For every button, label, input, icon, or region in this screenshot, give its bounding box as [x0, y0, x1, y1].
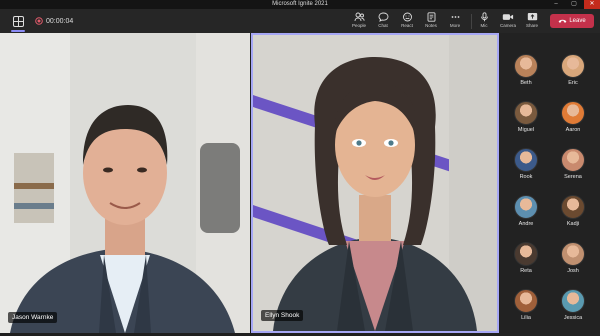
hang-up-icon: [558, 19, 567, 23]
participant-name: Lilia: [521, 315, 531, 321]
roster-participant[interactable]: Eric: [550, 45, 596, 89]
title-bar: Microsoft Ignite 2021 – ▢ ✕: [0, 0, 600, 9]
mic-label: Mic: [480, 23, 488, 28]
avatar: [514, 54, 538, 78]
roster-participant[interactable]: Aaron: [550, 92, 596, 136]
roster-participant[interactable]: Beth: [503, 45, 549, 89]
camera-button[interactable]: Camera: [496, 11, 520, 32]
people-icon: [354, 12, 365, 22]
camera-label: Camera: [499, 23, 516, 28]
react-button[interactable]: React: [395, 11, 419, 32]
more-label: More: [449, 23, 461, 28]
avatar: [514, 148, 538, 172]
people-button[interactable]: People: [347, 11, 371, 32]
timer-text: 00:00:04: [46, 17, 74, 25]
notes-label: Notes: [425, 23, 437, 28]
participant-name: Eric: [568, 80, 578, 86]
camera-icon: [502, 14, 514, 20]
video-tile-ellyn[interactable]: Ellyn Shook: [251, 33, 499, 333]
maximize-icon[interactable]: ▢: [566, 0, 582, 9]
participant-name: Reta: [520, 268, 532, 274]
participant-name: Serena: [564, 174, 582, 180]
notes-button[interactable]: Notes: [419, 11, 443, 32]
close-icon[interactable]: ✕: [584, 0, 600, 9]
roster-participant[interactable]: Reta: [503, 233, 549, 277]
share-button[interactable]: Share: [520, 11, 544, 32]
participant-name: Rook: [519, 174, 533, 180]
more-icon: [451, 16, 459, 18]
roster-participant[interactable]: Kadji: [550, 186, 596, 230]
roster-participant[interactable]: Josh: [550, 233, 596, 277]
avatar: [561, 242, 585, 266]
chat-icon: [378, 12, 388, 22]
avatar-video: [253, 35, 497, 331]
roster-participant[interactable]: Miguel: [503, 92, 549, 136]
participant-name: Beth: [520, 80, 532, 86]
participant-name: Josh: [567, 268, 579, 274]
avatar: [561, 289, 585, 313]
avatar: [561, 101, 585, 125]
avatar: [561, 195, 585, 219]
leave-label: Leave: [569, 18, 586, 24]
participant-name-tag: Jason Warnke: [8, 312, 58, 323]
call-timer: 00:00:04: [35, 13, 73, 29]
share-screen-icon: [527, 13, 537, 21]
smiley-icon: [402, 12, 412, 22]
participant-name: Aaron: [565, 127, 581, 133]
avatar: [514, 195, 538, 219]
notes-icon: [427, 12, 435, 22]
avatar: [514, 101, 538, 125]
people-label: People: [351, 23, 366, 28]
minimize-icon[interactable]: –: [548, 0, 564, 9]
video-tile-jason[interactable]: Jason Warnke: [0, 33, 250, 333]
participant-name-tag: Ellyn Shook: [261, 310, 304, 321]
participant-name: Miguel: [517, 127, 535, 133]
microphone-icon: [480, 12, 488, 22]
avatar: [561, 148, 585, 172]
record-icon: [35, 17, 43, 25]
window-title: Microsoft Ignite 2021: [272, 1, 328, 7]
mic-button[interactable]: Mic: [472, 11, 496, 32]
roster-participant[interactable]: Lilia: [503, 280, 549, 324]
avatar: [561, 54, 585, 78]
react-label: React: [401, 23, 413, 28]
participant-name: Andre: [518, 221, 534, 227]
participant-roster: Beth Eric Miguel Aaron Rook Serena Andre…: [500, 33, 600, 336]
participant-name: Jessica: [563, 315, 583, 321]
chat-label: Chat: [378, 23, 388, 28]
chat-button[interactable]: Chat: [371, 11, 395, 32]
more-button[interactable]: More: [443, 11, 467, 32]
layout-grid-button[interactable]: [10, 13, 26, 32]
roster-participant[interactable]: Andre: [503, 186, 549, 230]
avatar: [514, 242, 538, 266]
roster-participant[interactable]: Jessica: [550, 280, 596, 324]
participant-name: Kadji: [566, 221, 580, 227]
roster-participant[interactable]: Rook: [503, 139, 549, 183]
share-label: Share: [525, 23, 538, 28]
leave-button[interactable]: Leave: [550, 14, 594, 28]
roster-participant[interactable]: Serena: [550, 139, 596, 183]
grid-icon: [12, 15, 24, 27]
meeting-toolbar: 00:00:04 People Chat React Notes More Mi…: [0, 9, 600, 33]
participant-video: [0, 33, 250, 333]
avatar: [514, 289, 538, 313]
